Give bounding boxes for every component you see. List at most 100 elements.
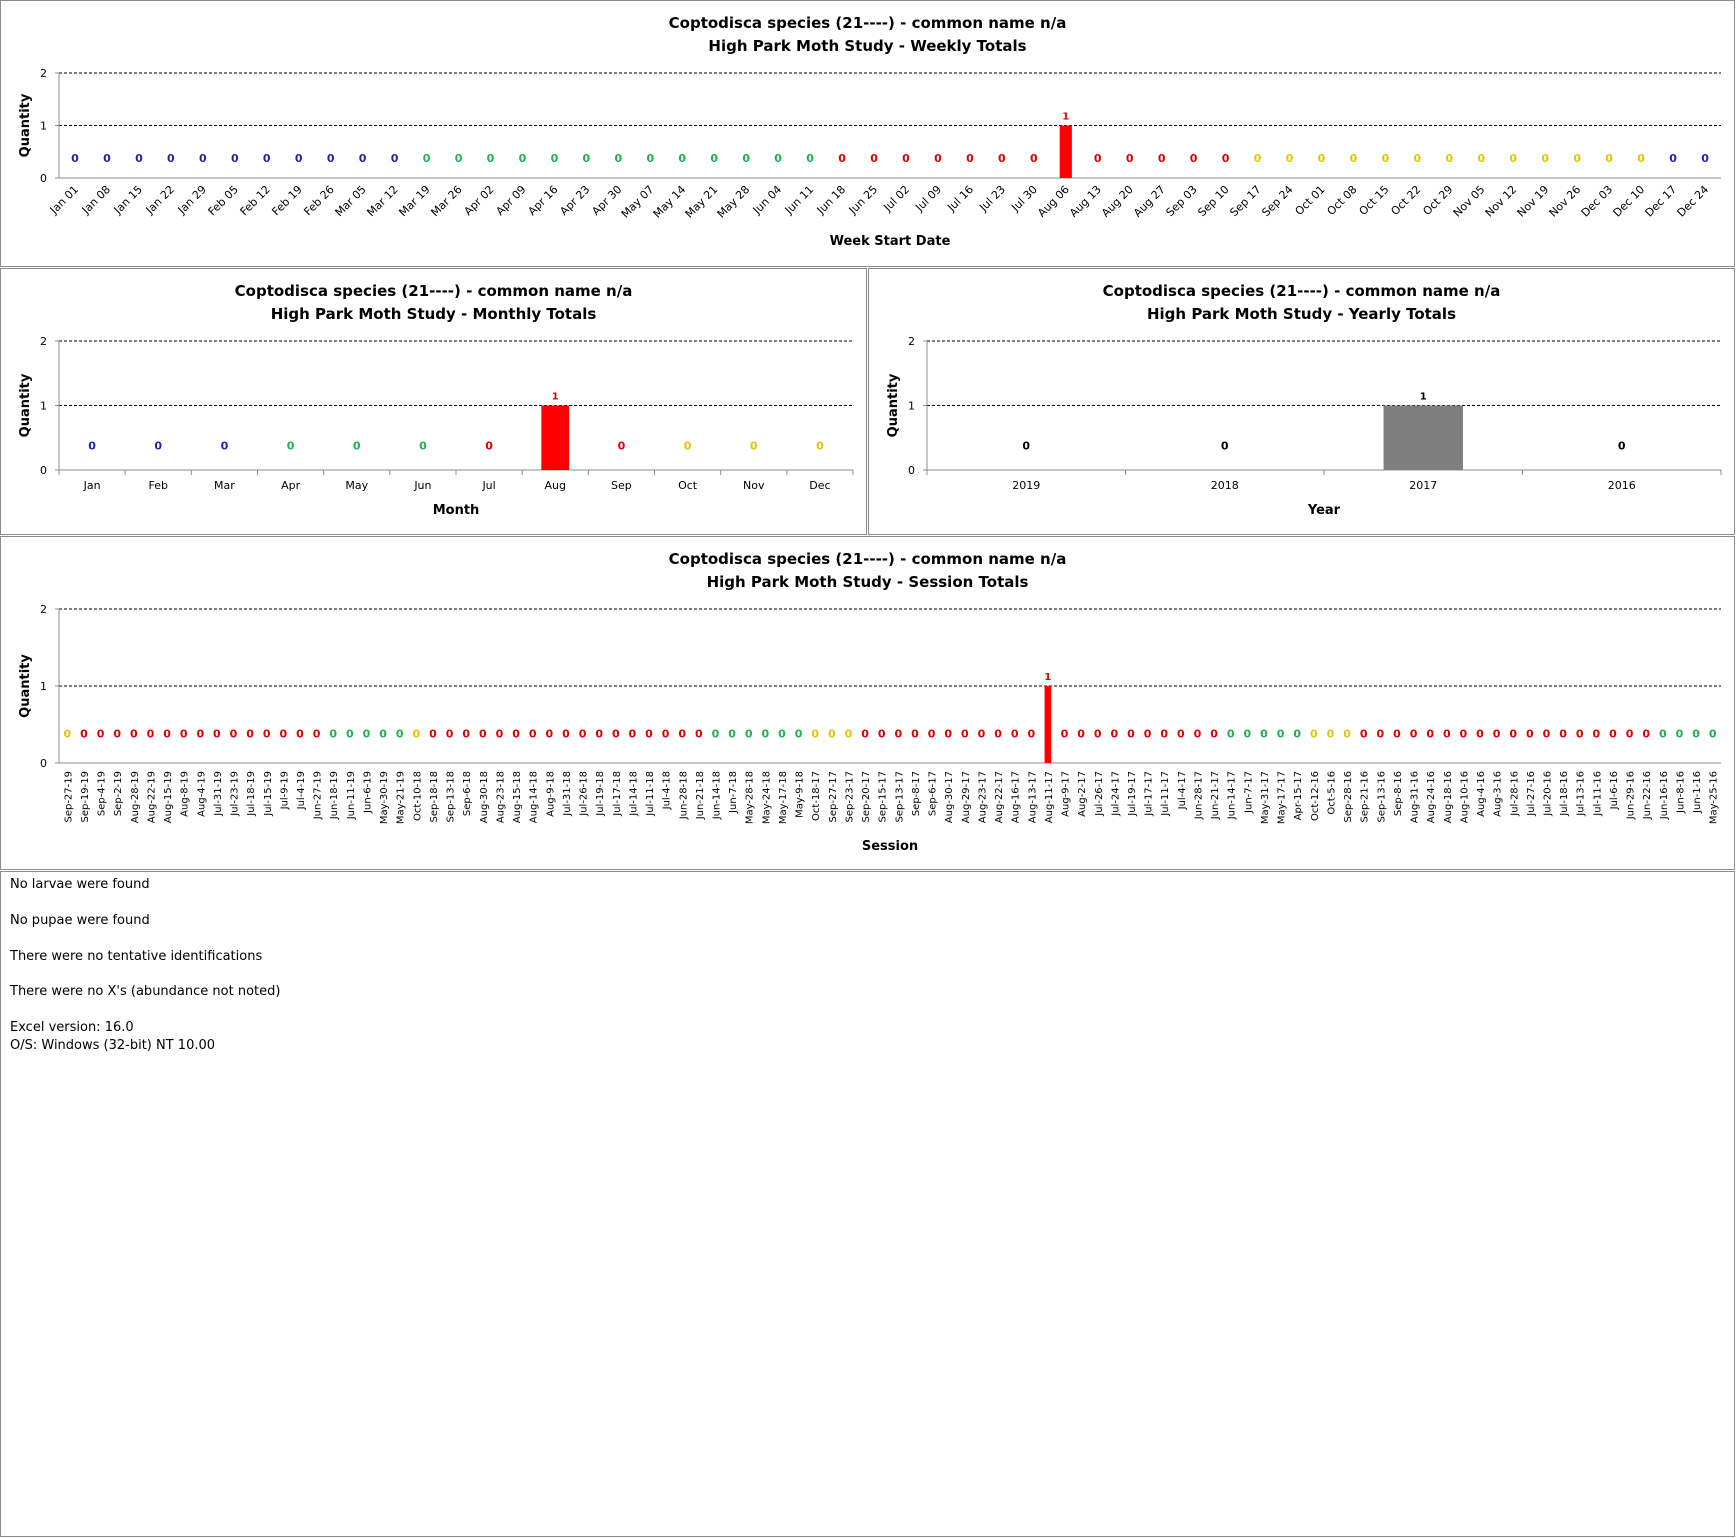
data-label: 0 — [1559, 728, 1567, 741]
x-tick-label: Jun-8-16 — [1675, 771, 1686, 814]
data-label: 0 — [199, 152, 207, 165]
data-label: 0 — [928, 728, 936, 741]
x-tick-label: May 07 — [619, 183, 657, 221]
data-label: 0 — [353, 439, 361, 452]
x-tick-label: Feb 26 — [301, 183, 336, 218]
data-label: 0 — [1543, 728, 1551, 741]
x-tick-label: Dec 17 — [1643, 183, 1680, 220]
x-tick-label: Apr — [281, 479, 301, 492]
data-label: 0 — [97, 728, 105, 741]
x-tick-label: Oct — [678, 479, 698, 492]
data-label: 0 — [551, 152, 559, 165]
data-label: 0 — [1177, 728, 1185, 741]
x-tick-label: Aug-30-18 — [479, 771, 490, 823]
x-tick-label: Jul-11-18 — [645, 771, 656, 817]
x-tick-label: Jul-18-19 — [246, 771, 257, 817]
data-label: 0 — [1077, 728, 1085, 741]
data-label: 0 — [612, 728, 620, 741]
data-label: 0 — [1254, 152, 1262, 165]
x-tick-label: Jun-1-16 — [1692, 771, 1703, 814]
y-tick-label: 2 — [908, 335, 915, 348]
data-label: 0 — [998, 152, 1006, 165]
data-label: 0 — [562, 728, 570, 741]
x-tick-label: Aug-18-16 — [1443, 771, 1454, 823]
data-label: 1 — [1420, 392, 1427, 403]
x-tick-label: Jul-13-16 — [1576, 771, 1587, 817]
data-label: 0 — [1573, 152, 1581, 165]
x-tick-label: Jun-18-19 — [329, 771, 340, 820]
data-label: 0 — [742, 152, 750, 165]
data-label: 0 — [545, 728, 553, 741]
x-tick-label: May-17-18 — [778, 771, 789, 824]
data-label: 0 — [662, 728, 670, 741]
x-tick-label: Aug 13 — [1067, 183, 1104, 220]
x-tick-label: May-31-17 — [1260, 771, 1271, 824]
data-label: 0 — [263, 728, 271, 741]
x-tick-label: Aug-22-17 — [994, 771, 1005, 823]
x-tick-label: Nov 12 — [1483, 183, 1520, 220]
data-label: 0 — [446, 728, 454, 741]
session-chart: Coptodisca species (21----) - common nam… — [18, 550, 1721, 854]
data-label: 0 — [113, 728, 121, 741]
data-label: 0 — [1126, 152, 1134, 165]
x-tick-label: Jun-14-18 — [711, 771, 722, 820]
data-label: 0 — [1221, 439, 1229, 452]
x-tick-label: Jul 02 — [880, 183, 912, 215]
x-tick-label: Jul-31-18 — [562, 771, 573, 817]
x-tick-label: Oct 01 — [1293, 183, 1328, 218]
x-tick-label: Feb 19 — [269, 183, 304, 218]
x-tick-label: Sep-13-16 — [1376, 771, 1387, 823]
x-tick-label: Jun-28-17 — [1193, 771, 1204, 820]
chart-title: Coptodisca species (21----) - common nam… — [235, 282, 633, 300]
data-label: 0 — [246, 728, 254, 741]
data-label: 0 — [1618, 439, 1626, 452]
x-tick-label: Jul-18-16 — [1559, 771, 1570, 817]
data-label: 0 — [745, 728, 753, 741]
x-tick-label: Aug-30-17 — [944, 771, 955, 823]
bar — [1383, 405, 1463, 470]
x-tick-label: May — [345, 479, 368, 492]
data-label: 0 — [1709, 728, 1717, 741]
x-tick-label: Sep-2-19 — [113, 771, 124, 816]
x-axis-label: Session — [862, 839, 918, 854]
data-label: 0 — [645, 728, 653, 741]
data-label: 0 — [1310, 728, 1318, 741]
x-tick-label: Jul 23 — [976, 183, 1008, 215]
data-label: 0 — [894, 728, 902, 741]
x-tick-label: May 21 — [683, 183, 721, 221]
data-label: 0 — [1094, 728, 1102, 741]
y-tick-label: 1 — [908, 400, 915, 413]
tentative-note: There were no tentative identifications — [10, 949, 263, 964]
x-tick-label: Apr 16 — [526, 183, 561, 218]
data-label: 0 — [1426, 728, 1434, 741]
pupae-note: No pupae were found — [10, 913, 150, 928]
x-tick-label: Jul-6-16 — [1609, 771, 1620, 810]
x-tick-label: Oct 29 — [1420, 183, 1455, 218]
y-tick-label: 0 — [40, 464, 47, 477]
x-tick-label: Sep-6-18 — [462, 771, 473, 816]
bar — [1059, 125, 1072, 178]
x-tick-label: Aug-31-16 — [1410, 771, 1421, 823]
data-label: 0 — [485, 439, 493, 452]
x-axis-label: Week Start Date — [830, 234, 951, 249]
data-label: 0 — [806, 152, 814, 165]
x-tick-label: Dec 24 — [1675, 183, 1712, 220]
x-tick-label: Mar — [214, 479, 235, 492]
data-label: 0 — [678, 152, 686, 165]
x-tick-label: Aug-15-19 — [163, 771, 174, 823]
data-label: 0 — [583, 152, 591, 165]
x-tick-label: Dec 03 — [1579, 183, 1616, 220]
data-label: 0 — [455, 152, 463, 165]
x-tick-label: Jul — [481, 479, 495, 492]
data-label: 0 — [1393, 728, 1401, 741]
x-tick-label: Aug 20 — [1099, 183, 1136, 220]
x-tick-label: Sep-13-17 — [894, 771, 905, 823]
x-tick-label: Jun-14-17 — [1227, 771, 1238, 820]
data-label: 0 — [595, 728, 603, 741]
x-tick-label: May-17-17 — [1277, 771, 1288, 824]
x-tick-label: Sep-23-17 — [844, 771, 855, 823]
x-tick-label: Jul-11-16 — [1592, 771, 1603, 817]
x-tick-label: Feb 05 — [206, 183, 241, 218]
y-tick-label: 1 — [40, 680, 47, 693]
x-tick-label: May 14 — [651, 183, 689, 221]
